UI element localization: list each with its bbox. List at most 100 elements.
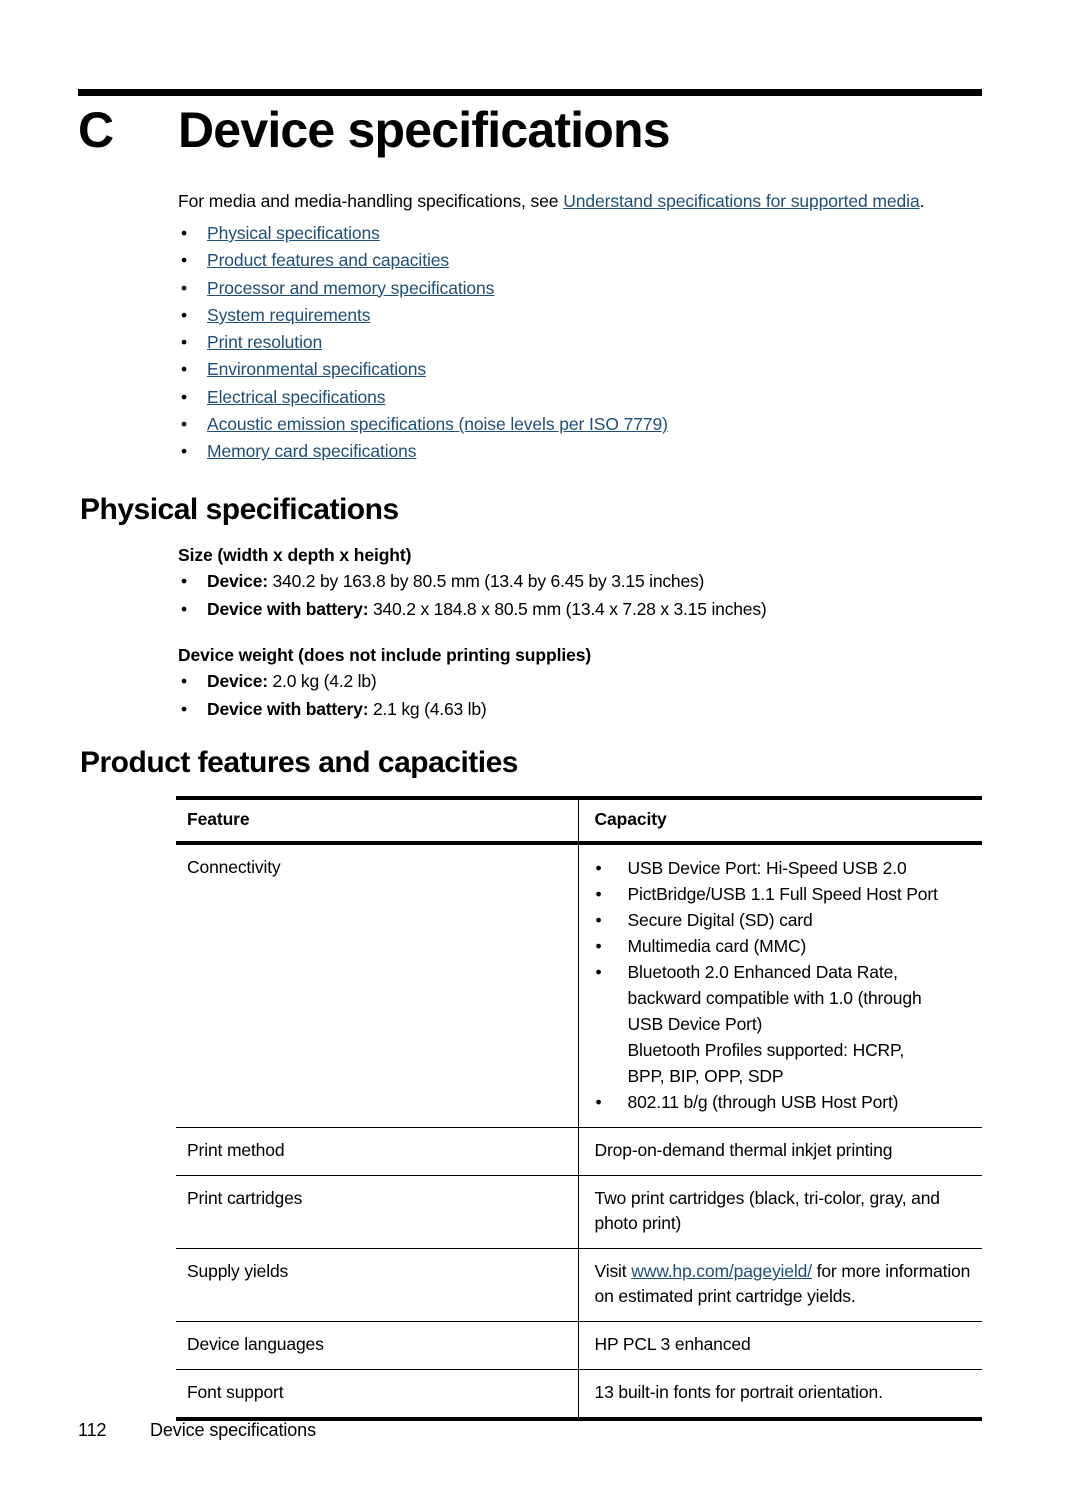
table-header: Feature Capacity	[176, 796, 982, 845]
list-item: • Electrical specifications	[178, 384, 988, 411]
cell-capacity: HP PCL 3 enhanced	[577, 1321, 982, 1370]
footer-page-number: 112	[78, 1420, 107, 1440]
bullet-icon: •	[595, 936, 602, 956]
intro-block: For media and media-handling specificati…	[178, 190, 988, 466]
column-header-feature: Feature	[176, 796, 578, 845]
connectivity-mmc-card: Multimedia card (MMC)	[627, 936, 807, 956]
cell-capacity: Visit www.hp.com/pageyield/ for more inf…	[577, 1248, 982, 1322]
table-header-row: Feature Capacity	[176, 796, 982, 845]
table-body: Connectivity • USB Device Port: Hi-Speed …	[176, 843, 982, 1421]
bullet-icon: •	[595, 884, 602, 904]
list-item: • Processor and memory specifications	[178, 275, 988, 302]
bullet-icon: •	[181, 598, 187, 619]
bullet-icon: •	[181, 441, 188, 462]
cell-capacity: 13 built-in fonts for portrait orientati…	[577, 1369, 982, 1421]
list-item: • Product features and capacities	[178, 247, 988, 274]
cell-capacity: Drop-on-demand thermal inkjet printing	[577, 1127, 982, 1176]
cell-capacity: Two print cartridges (black, tri-color, …	[577, 1175, 982, 1249]
bullet-icon: •	[181, 332, 188, 353]
weight-device-battery-label: Device with battery:	[207, 698, 369, 719]
subheading-size: Size (width x depth x height)	[178, 545, 412, 565]
cell-feature: Connectivity	[176, 843, 578, 1128]
link-product-features-and-capacities[interactable]: Product features and capacities	[207, 250, 449, 270]
cell-capacity: • USB Device Port: Hi-Speed USB 2.0 • Pict…	[577, 843, 982, 1128]
section-link-list: • Physical specifications • Product featur…	[178, 220, 988, 466]
link-environmental-specifications[interactable]: Environmental specifications	[207, 359, 426, 379]
table-row: Font support 13 built-in fonts for portr…	[176, 1369, 982, 1421]
cell-feature: Supply yields	[176, 1248, 578, 1322]
connectivity-usb-device-port: USB Device Port: Hi-Speed USB 2.0	[627, 858, 907, 878]
list-item: • Device with battery: 340.2 x 184.8 x 80…	[178, 596, 988, 624]
bullet-icon: •	[181, 250, 188, 271]
product-features-table: Feature Capacity Connectivity • USB Devic…	[176, 796, 982, 1421]
size-device-battery-label: Device with battery:	[207, 598, 369, 619]
physical-specifications-block: Size (width x depth x height) • Device: 3…	[178, 543, 988, 723]
list-item: • System requirements	[178, 302, 988, 329]
bullet-icon: •	[595, 962, 602, 982]
connectivity-pictbridge: PictBridge/USB 1.1 Full Speed Host Port	[627, 884, 938, 904]
chapter-heading: C Device specifications	[78, 100, 982, 160]
bullet-icon: •	[181, 304, 188, 325]
size-device-value: 340.2 by 163.8 by 80.5 mm (13.4 by 6.45 …	[267, 571, 705, 591]
connectivity-bluetooth-profiles-line-1: Bluetooth Profiles supported: HCRP,	[627, 1040, 905, 1060]
document-page: C Device specifications For media and me…	[0, 0, 1080, 1495]
bullet-icon: •	[181, 223, 188, 243]
link-processor-and-memory-specifications[interactable]: Processor and memory specifications	[207, 278, 494, 298]
cell-feature: Print method	[176, 1127, 578, 1176]
list-item: • Device: 2.0 kg (4.2 lb)	[178, 668, 988, 696]
bullet-icon: •	[595, 910, 602, 930]
size-list: • Device: 340.2 by 163.8 by 80.5 mm (13.4…	[178, 568, 988, 623]
bullet-icon: •	[181, 359, 188, 380]
product-features-table-wrapper: Feature Capacity Connectivity • USB Devic…	[176, 796, 982, 1421]
list-item: • 802.11 b/g (through USB Host Port)	[595, 1089, 973, 1115]
weight-device-battery-value: 2.1 kg (4.63 lb)	[368, 698, 487, 719]
footer-section-name: Device specifications	[150, 1420, 316, 1440]
table-row: Print method Drop-on-demand thermal inkj…	[176, 1127, 982, 1176]
link-understand-specifications-for-supported-media[interactable]: Understand specifications for supported …	[563, 191, 920, 211]
bullet-icon: •	[181, 698, 187, 719]
bullet-icon: •	[181, 414, 188, 435]
list-item: • Bluetooth 2.0 Enhanced Data Rate, backwa…	[595, 959, 973, 1089]
list-item: • Environmental specifications	[178, 356, 988, 383]
list-item: • Device with battery: 2.1 kg (4.63 lb)	[178, 696, 988, 724]
size-device-label: Device:	[207, 571, 268, 591]
list-item: • Secure Digital (SD) card	[595, 907, 973, 933]
page-title: Device specifications	[178, 102, 671, 158]
bullet-icon: •	[181, 571, 187, 591]
link-physical-specifications[interactable]: Physical specifications	[207, 223, 380, 243]
bullet-icon: •	[181, 386, 188, 407]
weight-list: • Device: 2.0 kg (4.2 lb) • Device with ba…	[178, 668, 988, 723]
connectivity-bluetooth-line-2: backward compatible with 1.0 (through	[627, 988, 922, 1008]
cell-feature: Device languages	[176, 1321, 578, 1370]
bullet-icon: •	[595, 1092, 602, 1112]
heading-product-features-and-capacities: Product features and capacities	[80, 746, 519, 779]
list-item: • Acoustic emission specifications (noise…	[178, 411, 988, 438]
subheading-device-weight: Device weight (does not include printing…	[178, 645, 592, 665]
chapter-letter: C	[78, 102, 114, 158]
connectivity-bluetooth-line-1: Bluetooth 2.0 Enhanced Data Rate,	[627, 962, 899, 982]
page-footer: 112 Device specifications	[78, 1420, 316, 1441]
connectivity-bluetooth-profiles-line-2: BPP, BIP, OPP, SDP	[627, 1066, 784, 1086]
list-item: • Device: 340.2 by 163.8 by 80.5 mm (13.4…	[178, 568, 988, 596]
link-memory-card-specifications[interactable]: Memory card specifications	[207, 441, 417, 461]
link-system-requirements[interactable]: System requirements	[207, 305, 371, 325]
link-acoustic-emission-specifications[interactable]: Acoustic emission specifications (noise …	[207, 414, 668, 434]
bullet-icon: •	[595, 858, 602, 878]
link-hp-pageyield[interactable]: www.hp.com/pageyield/	[631, 1261, 812, 1281]
list-item: • Print resolution	[178, 329, 988, 356]
connectivity-sd-card: Secure Digital (SD) card	[627, 910, 813, 930]
intro-paragraph: For media and media-handling specificati…	[178, 190, 988, 213]
weight-device-value: 2.0 kg (4.2 lb)	[267, 671, 377, 691]
connectivity-bluetooth-line-3: USB Device Port)	[627, 1014, 763, 1034]
table-row: Connectivity • USB Device Port: Hi-Speed …	[176, 843, 982, 1128]
connectivity-list: • USB Device Port: Hi-Speed USB 2.0 • Pict…	[595, 855, 973, 1115]
intro-lead-text: For media and media-handling specificati…	[178, 191, 564, 211]
bullet-icon: •	[181, 277, 188, 298]
supply-yields-prefix: Visit	[594, 1261, 632, 1281]
table-row: Supply yields Visit www.hp.com/pageyield…	[176, 1248, 982, 1322]
column-header-capacity: Capacity	[577, 796, 982, 845]
list-item: • USB Device Port: Hi-Speed USB 2.0	[595, 855, 973, 881]
link-electrical-specifications[interactable]: Electrical specifications	[207, 387, 386, 407]
chapter-top-rule	[78, 89, 982, 96]
link-print-resolution[interactable]: Print resolution	[207, 332, 322, 352]
